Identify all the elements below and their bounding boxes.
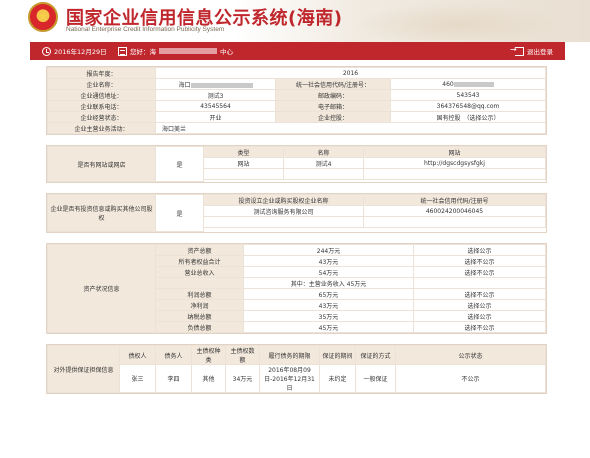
header-decoration	[350, 2, 570, 40]
date-display: 2016年12月29日	[42, 46, 107, 56]
table-row: 张三 李四 其他 34万元 2016年08月09日-2016年12月31日 未约…	[48, 364, 546, 393]
table-row: 企业经营状态： 开业 企业控股： 国有控股 （选择公示）	[47, 111, 546, 123]
website-flag: 是	[155, 146, 204, 182]
equity-flag: 是	[155, 194, 204, 232]
website-url: http://dgscdgsysfgkj	[363, 157, 546, 169]
document-icon	[118, 46, 127, 56]
logout-link[interactable]: 退出登录	[510, 45, 553, 57]
redacted-text	[190, 82, 253, 88]
basic-info-section: 报告年度： 2016 企业名称： 海口 统一社会信用代码/注册号： 460 企业…	[46, 66, 547, 135]
equity-section-label: 企业是否有投资信息或购买其他公司股权	[47, 194, 156, 232]
website-section-label: 是否有网站或网店	[47, 146, 156, 182]
table-row: 资产状况信息 资产总额 244万元 选择公示	[47, 244, 546, 333]
table-row: 企业主营业务活动： 海口美兰	[47, 122, 546, 134]
website-section: 是否有网站或网店 是 类型 名称 网站 网站 测试4 http://dgscdg…	[46, 145, 547, 183]
clock-icon	[42, 46, 51, 56]
table-row: 企业通信地址： 测试3 邮政编码： 543543	[47, 89, 546, 101]
site-subtitle: National Enterprise Credit Information P…	[66, 26, 225, 33]
assets-section-label: 资产状况信息	[47, 244, 156, 333]
logout-icon	[510, 45, 524, 56]
report-content: 报告年度： 2016 企业名称： 海口 统一社会信用代码/注册号： 460 企业…	[46, 66, 547, 404]
guarantee-section: 对外提供保证担保信息 债权人 债务人 主债权种类 主债权数额 履行债务的期限 保…	[46, 344, 547, 394]
assets-section: 资产状况信息 资产总额 244万元 选择公示 所有者权益合计 43万元 选择不公…	[46, 243, 547, 334]
redacted-text	[453, 81, 494, 87]
national-emblem-icon: ★	[28, 2, 58, 32]
current-user: 您好：海 中心	[118, 46, 233, 56]
redacted-text	[159, 48, 217, 54]
table-row: 企业联系电话： 43545564 电子邮箱： 364376548@qq.com	[47, 100, 546, 112]
table-row: 企业名称： 海口 统一社会信用代码/注册号： 460	[47, 78, 546, 90]
equity-investment-section: 企业是否有投资信息或购买其他公司股权 是 投资设立企业或购买股权企业名称 统一社…	[46, 193, 547, 233]
table-row: 报告年度： 2016	[47, 67, 546, 79]
top-navigation-bar: 2016年12月29日 您好：海中心 退出登录	[30, 42, 565, 60]
site-header: ★ 国家企业信用信息公示系统(海南) National Enterprise C…	[0, 0, 590, 42]
guarantee-section-label: 对外提供保证担保信息	[47, 345, 120, 393]
